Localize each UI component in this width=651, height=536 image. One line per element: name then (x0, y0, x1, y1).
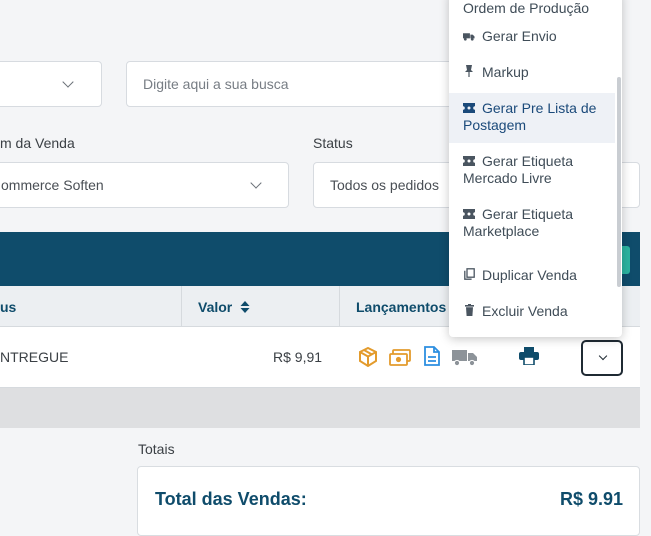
ticket-icon (463, 153, 475, 170)
menu-item-label: Duplicar Venda (482, 267, 577, 283)
origem-label: m da Venda (0, 135, 75, 151)
copy-icon (463, 267, 475, 284)
status-label: Status (313, 135, 353, 151)
row-status: NTREGUE (0, 349, 69, 365)
menu-item-label: Gerar Etiqueta Marketplace (463, 206, 574, 239)
pin-icon (463, 64, 475, 81)
row-actions-menu: Ordem de Produção Gerar Envio Markup Ger… (449, 0, 622, 337)
top-left-select[interactable] (0, 61, 102, 107)
totals-label: Totais (138, 441, 175, 457)
menu-item-ordem-producao[interactable]: Ordem de Produção (449, 0, 615, 30)
truck-icon[interactable] (452, 348, 478, 366)
status-select-value: Todos os pedidos (330, 177, 439, 193)
truck-icon (463, 28, 475, 45)
table-footer-row (0, 388, 640, 428)
search-placeholder: Digite aqui a sua busca (143, 76, 289, 92)
sort-icon[interactable] (240, 300, 250, 313)
trash-icon (463, 303, 475, 320)
menu-item-label: Ordem de Produção (463, 0, 590, 16)
total-vendas-label: Total das Vendas: (155, 489, 307, 509)
menu-item-markup[interactable]: Markup (449, 64, 615, 94)
menu-scrollbar-thumb[interactable] (617, 77, 621, 287)
menu-item-label: Markup (482, 64, 529, 80)
column-header-status[interactable]: us (0, 286, 16, 327)
origem-select[interactable]: ommerce Soften (0, 162, 289, 208)
menu-item-gerar-pre-lista[interactable]: Gerar Pre Lista de Postagem (449, 93, 615, 143)
menu-item-label: Gerar Envio (482, 28, 557, 44)
menu-item-excluir-venda[interactable]: Excluir Venda (449, 303, 615, 327)
box-icon[interactable] (358, 347, 378, 367)
ticket-icon (463, 206, 475, 223)
document-icon[interactable] (424, 346, 440, 366)
menu-item-etiqueta-marketplace[interactable]: Gerar Etiqueta Marketplace (449, 206, 615, 246)
search-input[interactable]: Digite aqui a sua busca (126, 61, 466, 107)
menu-item-duplicar-venda[interactable]: Duplicar Venda (449, 267, 615, 291)
money-icon[interactable] (389, 349, 411, 367)
column-header-lancamentos[interactable]: Lançamentos (356, 286, 446, 327)
column-header-valor[interactable]: Valor (198, 286, 250, 327)
column-header-valor-label: Valor (198, 298, 233, 315)
chevron-down-icon (62, 76, 74, 88)
ticket-icon (463, 100, 475, 117)
menu-item-label: Gerar Etiqueta Mercado Livre (463, 153, 574, 186)
menu-item-gerar-envio[interactable]: Gerar Envio (449, 28, 615, 58)
menu-item-label: Gerar Pre Lista de Postagem (463, 100, 597, 133)
origem-select-value: ommerce Soften (1, 177, 104, 193)
print-icon[interactable] (519, 347, 539, 365)
chevron-down-icon (250, 177, 262, 189)
row-valor: R$ 9,91 (273, 349, 323, 365)
menu-item-label: Excluir Venda (482, 303, 568, 319)
row-actions-dropdown-button[interactable] (581, 340, 623, 376)
menu-item-etiqueta-mercado-livre[interactable]: Gerar Etiqueta Mercado Livre (449, 153, 615, 193)
chevron-down-icon (598, 351, 608, 361)
total-vendas-value: R$ 9.91 (559, 489, 623, 509)
